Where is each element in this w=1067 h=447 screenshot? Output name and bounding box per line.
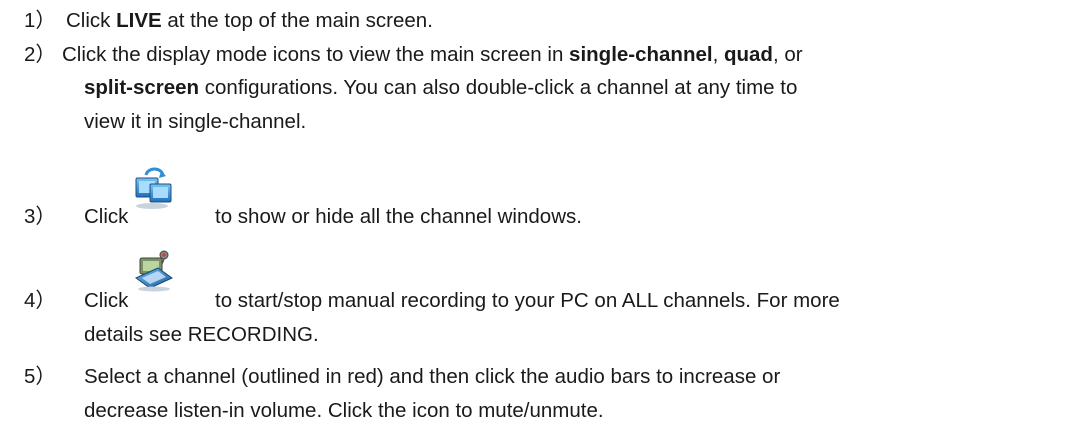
step-text-post: to show or hide all the channel windows.	[215, 205, 582, 228]
separator: ,	[712, 43, 724, 66]
single-channel-label: single-channel	[569, 43, 713, 66]
step-text-pre: Click the display mode icons to view the…	[62, 43, 570, 66]
step-text-line-1: Click the display mode icons to view the…	[62, 40, 803, 70]
step-text-line-2: split-screen configurations. You can als…	[84, 73, 797, 103]
step-text-line-2: details see RECORDING.	[84, 323, 319, 346]
step-text-line-1: Select a channel (outlined in red) and t…	[84, 365, 781, 388]
step-text-post: at the top of the main screen.	[161, 9, 433, 32]
step-number: 4）	[24, 289, 56, 312]
step-number: 2）	[24, 43, 56, 66]
step-text-pre: Click	[66, 9, 117, 32]
step-text-post: configurations. You can also double-clic…	[199, 76, 798, 99]
step-text-post: to start/stop manual recording to your P…	[215, 289, 840, 312]
live-label: LIVE	[116, 9, 162, 32]
step-number: 3）	[24, 205, 56, 228]
separator: , or	[772, 43, 803, 66]
manual-record-icon	[135, 250, 173, 292]
step-number: 1）	[24, 9, 56, 32]
step-number: 5）	[24, 365, 56, 388]
show-hide-windows-icon	[135, 167, 172, 209]
step-text-pre: Click	[84, 205, 129, 228]
step-text-pre: Click	[84, 289, 129, 312]
split-screen-label: split-screen	[84, 76, 200, 99]
step-text-line-3: view it in single-channel.	[84, 110, 307, 133]
instruction-list: 1） Click LIVE at the top of the main scr…	[0, 0, 1067, 447]
step-text-line-2: decrease listen-in volume. Click the ico…	[84, 399, 604, 422]
quad-label: quad	[723, 43, 773, 66]
step-text: Click LIVE at the top of the main screen…	[66, 6, 433, 36]
